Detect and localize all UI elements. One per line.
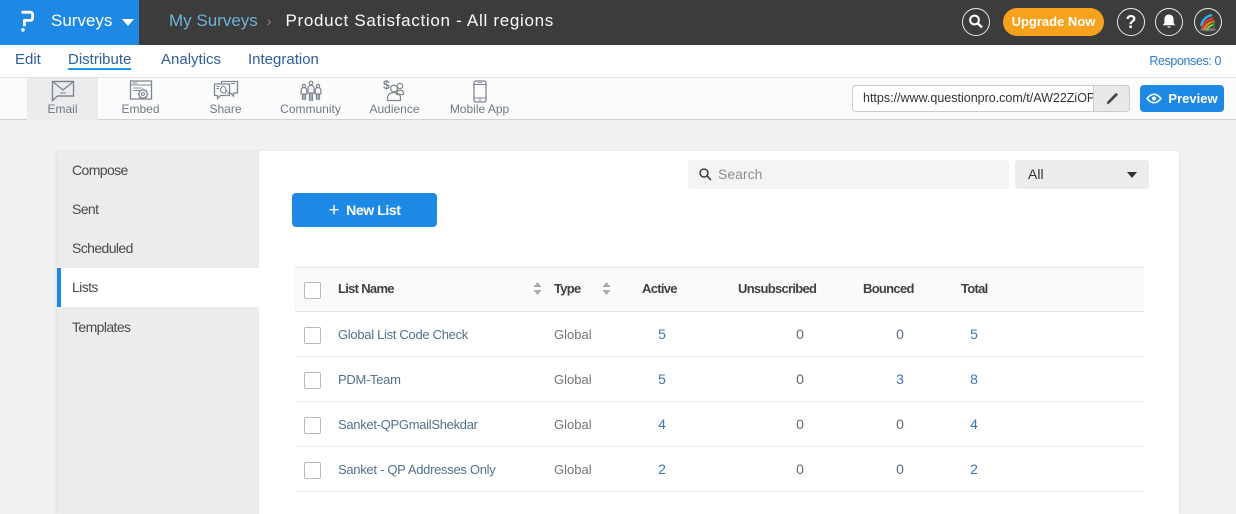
svg-text:$: $ [383, 80, 390, 92]
